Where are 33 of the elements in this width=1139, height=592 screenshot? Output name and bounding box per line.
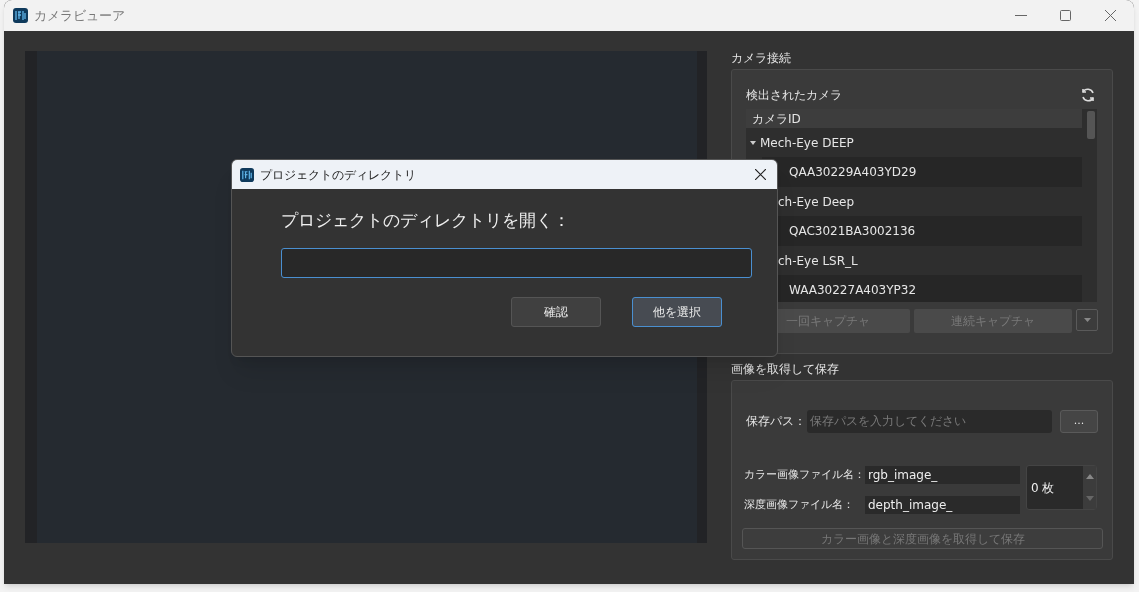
camera-model-item[interactable]: ch-Eye Deep xyxy=(778,193,855,211)
up-arrow-icon[interactable] xyxy=(1085,474,1094,480)
save-path-field[interactable]: 保存パスを入力してください xyxy=(807,409,1052,433)
section-title: カメラ接続 xyxy=(731,50,792,67)
camera-model-item[interactable]: ch-Eye LSR_L xyxy=(778,252,858,270)
caret-icon xyxy=(1083,318,1091,322)
close-icon[interactable] xyxy=(755,169,766,180)
color-filename-label: カラー画像ファイル名： xyxy=(744,467,865,483)
refresh-icon[interactable] xyxy=(1080,87,1096,103)
dialog-title: プロジェクトのディレクトリ xyxy=(260,166,416,184)
count-spinbox[interactable]: 0 枚 xyxy=(1026,465,1097,510)
count-value: 0 枚 xyxy=(1031,479,1056,497)
color-filename-field[interactable]: rgb_image_ xyxy=(865,466,1020,484)
dialog-button[interactable]: 確認 xyxy=(511,296,601,327)
column-header: カメラID xyxy=(746,109,1082,128)
camera-id-item[interactable]: QAA30229A403YD29 xyxy=(762,157,1082,187)
directory-field[interactable] xyxy=(281,247,752,278)
browse-button[interactable]: ... xyxy=(1060,409,1098,433)
app-logo-icon xyxy=(13,8,28,23)
section-title: 画像を取得して保存 xyxy=(731,361,840,378)
detected-cameras-label: 検出されたカメラ xyxy=(746,87,842,104)
dialog-button[interactable]: 他を選択 xyxy=(632,296,722,327)
expanded-arrow-icon[interactable] xyxy=(750,141,756,145)
maximize-icon[interactable] xyxy=(1060,10,1071,21)
scrollbar[interactable] xyxy=(1087,111,1095,139)
dialog-prompt: プロジェクトのディレクトリを開く： xyxy=(281,209,571,232)
depth-filename-label: 深度画像ファイル名： xyxy=(744,497,855,513)
app-logo-icon xyxy=(240,167,254,182)
save-path-label: 保存パス： xyxy=(746,413,807,430)
camera-model-item[interactable]: Mech-Eye DEEP xyxy=(760,134,854,152)
dropdown-button[interactable] xyxy=(1076,309,1098,331)
depth-filename-field[interactable]: depth_image_ xyxy=(865,496,1020,514)
window-title: カメラビューア xyxy=(34,6,125,25)
